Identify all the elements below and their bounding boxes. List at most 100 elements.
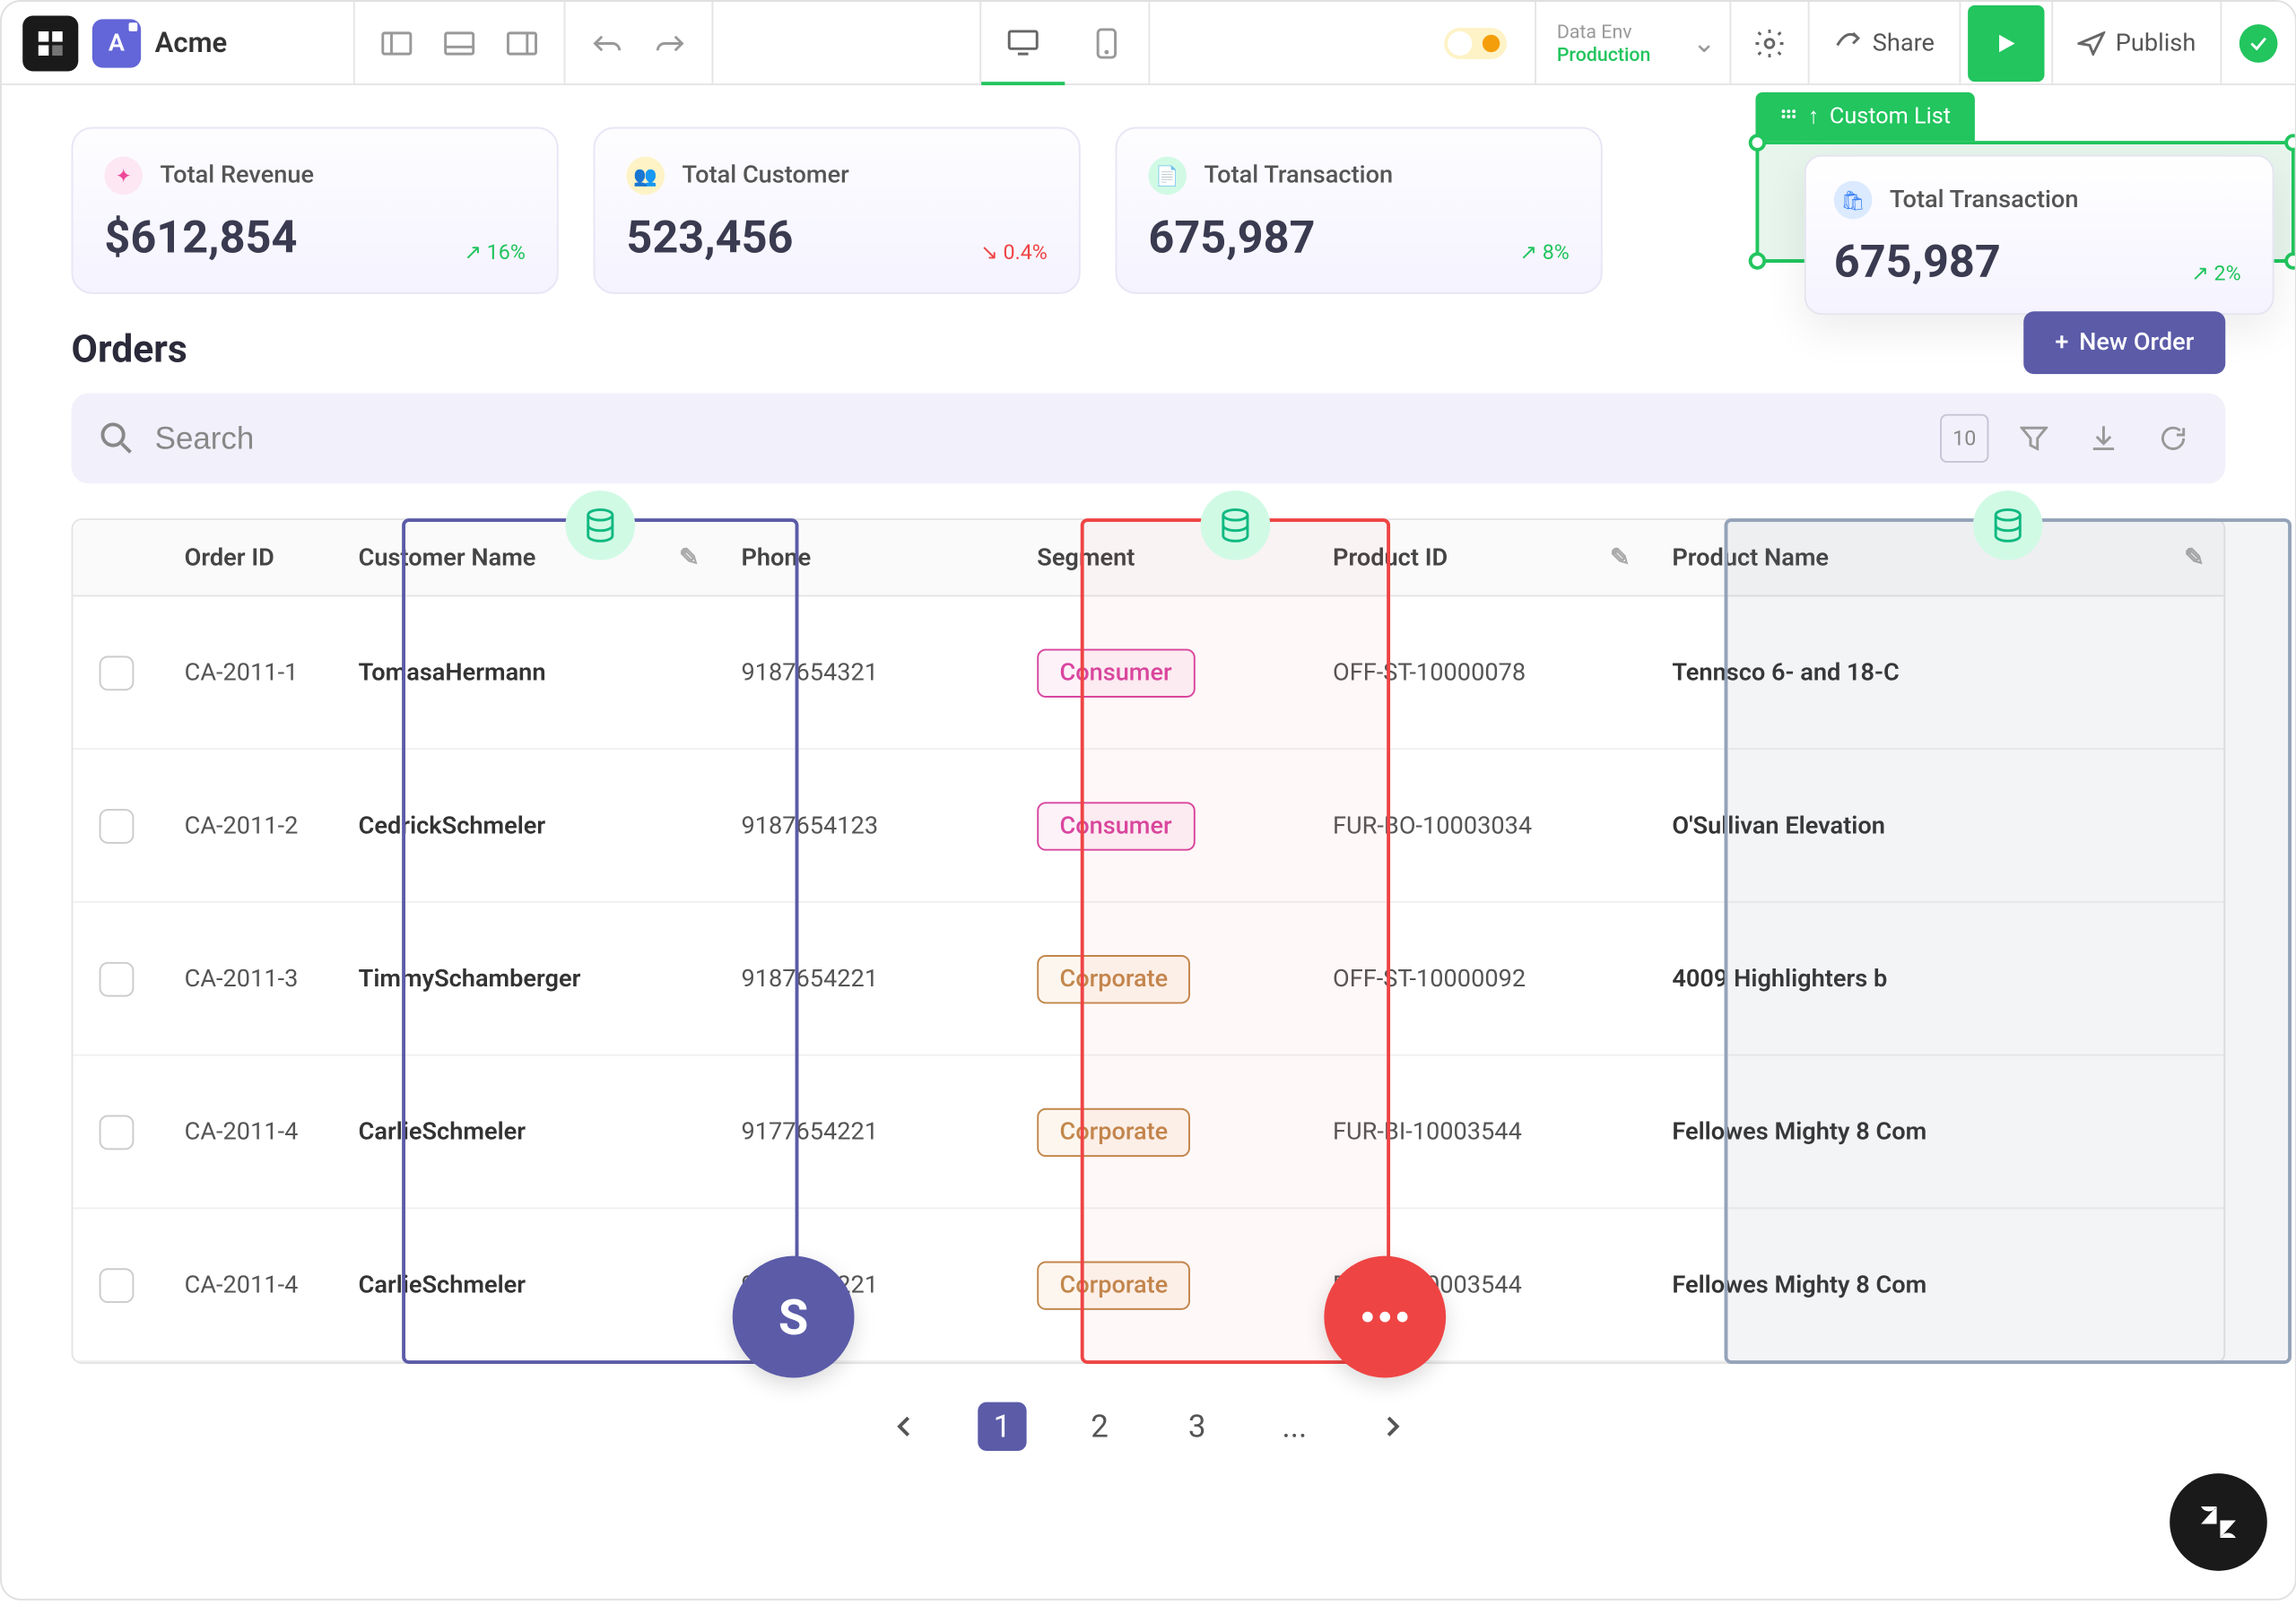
cell-order-id: CA-2011-3 (160, 965, 334, 993)
publish-button[interactable]: Publish (2053, 1, 2221, 84)
cell-order-id: CA-2011-4 (160, 1117, 334, 1145)
row-checkbox[interactable] (100, 655, 135, 690)
cell-product-id: OFF-ST-10000078 (1309, 658, 1648, 686)
cell-product-name: Tennsco 6- and 18-C (1648, 658, 2222, 686)
col-phone[interactable]: Phone (717, 543, 1013, 571)
prev-page-button[interactable] (881, 1402, 929, 1451)
trend-up-icon: ↗ 16% (464, 240, 526, 265)
page-2[interactable]: 2 (1075, 1402, 1124, 1451)
floating-stat-card[interactable]: 🛍 Total Transaction 675,987 ↗ 2% (1805, 155, 2274, 315)
cell-customer-name: CarlieSchmeler (334, 1117, 717, 1145)
search-input[interactable] (155, 421, 1919, 457)
cell-order-id: CA-2011-2 (160, 812, 334, 839)
custom-list-component[interactable]: ↑ Custom List 🛍 Total Transaction 675,98… (1755, 92, 2294, 263)
page-more[interactable]: ... (1270, 1402, 1318, 1451)
trend-up-icon: ↗ 8% (1519, 240, 1570, 265)
env-toggle[interactable] (1444, 27, 1507, 58)
col-customer-name[interactable]: Customer Name✎ (334, 543, 717, 571)
edit-icon[interactable]: ✎ (679, 543, 700, 571)
search-icon (100, 421, 135, 456)
cell-customer-name: TimmySchamberger (334, 965, 717, 993)
cell-order-id: CA-2011-1 (160, 658, 334, 686)
canvas: ✦ Total Revenue $612,854 ↗ 16% 👥 Total C… (2, 85, 2295, 1599)
undo-icon[interactable] (578, 14, 634, 70)
cell-product-name: Fellowes Mighty 8 Com (1648, 1117, 2222, 1145)
env-selector[interactable]: Data Env Production (1536, 20, 1693, 65)
chevron-down-icon: ⌄ (1692, 26, 1716, 59)
cell-phone: 9177654221 (717, 1117, 1013, 1145)
resize-handle[interactable] (1749, 134, 1766, 151)
cell-segment: Corporate (1013, 954, 1309, 1003)
edit-icon[interactable]: ✎ (1610, 543, 1631, 571)
row-checkbox[interactable] (100, 1115, 135, 1150)
row-checkbox[interactable] (100, 1267, 135, 1302)
user-badge-twilio[interactable] (1324, 1256, 1446, 1378)
col-product-name[interactable]: Product Name✎ (1648, 543, 2222, 571)
cell-customer-name: TomasaHermann (334, 658, 717, 686)
cell-segment: Corporate (1013, 1261, 1309, 1309)
send-icon (2077, 30, 2105, 55)
stats-row: ✦ Total Revenue $612,854 ↗ 16% 👥 Total C… (72, 127, 2226, 294)
table-row[interactable]: CA-2011-4 CarlieSchmeler 9177654221 Corp… (73, 1056, 2223, 1210)
next-page-button[interactable] (1368, 1402, 1416, 1451)
cell-customer-name: CarlieSchmeler (334, 1271, 717, 1298)
layout-bottom-icon[interactable] (430, 14, 486, 70)
share-icon (1834, 30, 1862, 55)
run-button[interactable] (1968, 4, 2044, 81)
layout-right-icon[interactable] (493, 14, 549, 70)
custom-list-tab[interactable]: ↑ Custom List (1755, 92, 1975, 141)
orders-table: Order ID Customer Name✎ Phone Segment Pr… (72, 518, 2226, 1364)
cell-product-id: OFF-ST-10000092 (1309, 965, 1648, 993)
row-checkbox[interactable] (100, 961, 135, 996)
cell-phone: 9187654321 (717, 658, 1013, 686)
resize-handle[interactable] (1749, 252, 1766, 269)
user-badge-s[interactable]: S (733, 1256, 855, 1378)
download-icon[interactable] (2079, 414, 2127, 463)
transaction-icon: 📄 (1148, 157, 1187, 195)
col-product-id[interactable]: Product ID✎ (1309, 543, 1648, 571)
redo-icon[interactable] (641, 14, 697, 70)
search-bar: 10 (72, 393, 2226, 483)
new-order-button[interactable]: + New Order (2023, 311, 2225, 374)
layout-left-icon[interactable] (368, 14, 423, 70)
row-checkbox[interactable] (100, 808, 135, 843)
revenue-icon: ✦ (104, 157, 143, 195)
home-button[interactable] (22, 14, 78, 70)
page-1[interactable]: 1 (978, 1402, 1026, 1451)
cell-phone: 9187654221 (717, 965, 1013, 993)
page-3[interactable]: 3 (1173, 1402, 1222, 1451)
cell-product-name: 4009 Highlighters b (1648, 965, 2222, 993)
table-row[interactable]: CA-2011-2 CedrickSchmeler 9187654123 Con… (73, 750, 2223, 903)
table-row[interactable]: CA-2011-1 TomasaHermann 9187654321 Consu… (73, 596, 2223, 750)
device-desktop-tab[interactable] (980, 1, 1064, 84)
cell-order-id: CA-2011-4 (160, 1271, 334, 1298)
table-row[interactable]: CA-2011-3 TimmySchamberger 9187654221 Co… (73, 903, 2223, 1056)
trend-down-icon: ↘ 0.4% (980, 240, 1048, 265)
cell-segment: Consumer (1013, 801, 1309, 849)
cell-product-id: FUR-BO-10003034 (1309, 812, 1648, 839)
status-ok-icon (2239, 23, 2278, 62)
help-button[interactable] (2170, 1473, 2267, 1571)
drag-handle-icon (1780, 108, 1797, 125)
cell-product-name: Fellowes Mighty 8 Com (1648, 1271, 2222, 1298)
stat-transactions[interactable]: 📄 Total Transaction 675,987 ↗ 8% (1116, 127, 1603, 294)
share-button[interactable]: Share (1810, 1, 1959, 84)
resize-handle[interactable] (2284, 252, 2295, 269)
device-mobile-tab[interactable] (1065, 1, 1148, 84)
stat-revenue[interactable]: ✦ Total Revenue $612,854 ↗ 16% (72, 127, 559, 294)
settings-icon[interactable] (1732, 14, 1808, 70)
resize-handle[interactable] (2284, 134, 2295, 151)
stat-customers[interactable]: 👥 Total Customer 523,456 ↘ 0.4% (594, 127, 1081, 294)
edit-icon[interactable]: ✎ (2184, 543, 2205, 571)
page-size-selector[interactable]: 10 (1940, 414, 1988, 463)
cell-segment: Corporate (1013, 1107, 1309, 1156)
col-segment[interactable]: Segment (1013, 543, 1309, 571)
col-order-id[interactable]: Order ID (160, 543, 334, 571)
cell-segment: Consumer (1013, 648, 1309, 697)
zendesk-icon (2196, 1499, 2240, 1544)
table-row[interactable]: CA-2011-4 CarlieSchmeler 9177654221 Corp… (73, 1209, 2223, 1362)
filter-icon[interactable] (2010, 414, 2058, 463)
app-badge: A (92, 18, 141, 66)
play-icon (1994, 30, 2018, 55)
refresh-icon[interactable] (2149, 414, 2197, 463)
